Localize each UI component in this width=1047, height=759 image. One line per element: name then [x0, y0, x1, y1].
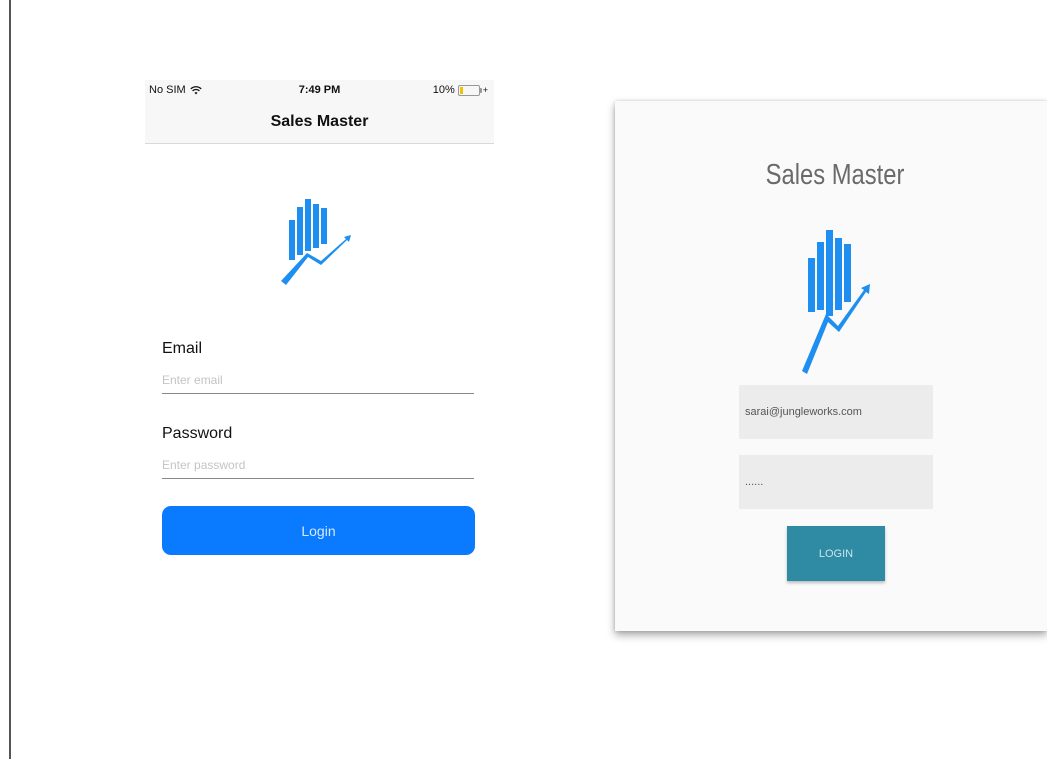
- ios-status-bar: No SIM 7:49 PM 10% +: [145, 80, 494, 100]
- battery-indicator: 10% +: [433, 84, 488, 96]
- nav-title: Sales Master: [270, 113, 369, 130]
- web-login-card: Sales Master LOGIN: [615, 101, 1047, 631]
- email-label: Email: [162, 340, 203, 357]
- ios-nav-bar: Sales Master: [145, 100, 494, 144]
- battery-icon: [457, 84, 482, 96]
- web-title: Sales Master: [765, 159, 905, 191]
- web-email-field[interactable]: [739, 385, 933, 439]
- login-button[interactable]: Login: [162, 506, 475, 555]
- email-field[interactable]: [162, 367, 474, 394]
- charging-icon: +: [482, 85, 488, 95]
- left-border-line: [9, 0, 11, 759]
- battery-percent: 10%: [432, 84, 455, 96]
- web-login-button[interactable]: LOGIN: [787, 526, 885, 581]
- ios-login-screen: No SIM 7:49 PM 10% + Sales Master Email …: [145, 80, 494, 570]
- sales-chart-logo-icon: [281, 199, 351, 285]
- password-label: Password: [162, 425, 233, 442]
- web-password-field[interactable]: [739, 455, 933, 509]
- password-field[interactable]: [162, 452, 474, 479]
- sales-chart-logo-icon: [802, 230, 870, 374]
